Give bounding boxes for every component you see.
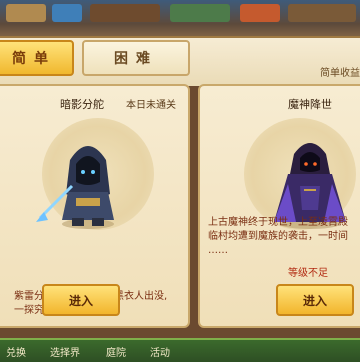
top-deco-block — [52, 4, 82, 22]
stage-title: 魔神降世 — [288, 98, 332, 111]
bottom-nav-item[interactable]: 庭院 — [106, 344, 126, 359]
reward-label: 简单收益 — [320, 68, 360, 79]
bottom-nav-item[interactable]: 活动 — [150, 344, 170, 359]
tab-easy[interactable]: 简单 — [0, 40, 74, 76]
stage-title: 暗影分舵 — [60, 98, 104, 111]
bottom-nav-item[interactable]: 兑换 — [6, 344, 26, 359]
bottom-nav-item[interactable]: 选择界 — [50, 344, 80, 359]
top-deco-block — [170, 4, 230, 22]
top-deco-block — [6, 4, 46, 22]
demon-lord-illustration — [274, 143, 346, 229]
level-warning: 等级不足 — [288, 268, 328, 279]
tab-hard[interactable]: 困难 — [82, 40, 190, 76]
bottom-navigation-bar: 兑换 选择界 庭院 活动 — [0, 338, 360, 362]
top-decoration-strip — [0, 0, 360, 40]
description-line: …… — [208, 245, 228, 256]
description-line: 上古魔神终于现世，上至凌霄殿 — [208, 217, 348, 228]
enter-button-demon-descent[interactable]: 进入 — [276, 284, 354, 316]
stage-status: 本日未通关 — [126, 100, 176, 111]
hooded-warrior-illustration — [36, 146, 114, 229]
top-deco-block — [288, 4, 356, 22]
enter-button-shadow-branch[interactable]: 进入 — [42, 284, 120, 316]
top-deco-block — [240, 4, 280, 22]
stage-description: 上古魔神终于现世，上至凌霄殿 临村均遭到魔族的袭击，一时间 …… — [208, 216, 360, 258]
top-deco-block — [90, 4, 160, 22]
description-line: 临村均遭到魔族的袭击，一时间 — [208, 231, 348, 242]
